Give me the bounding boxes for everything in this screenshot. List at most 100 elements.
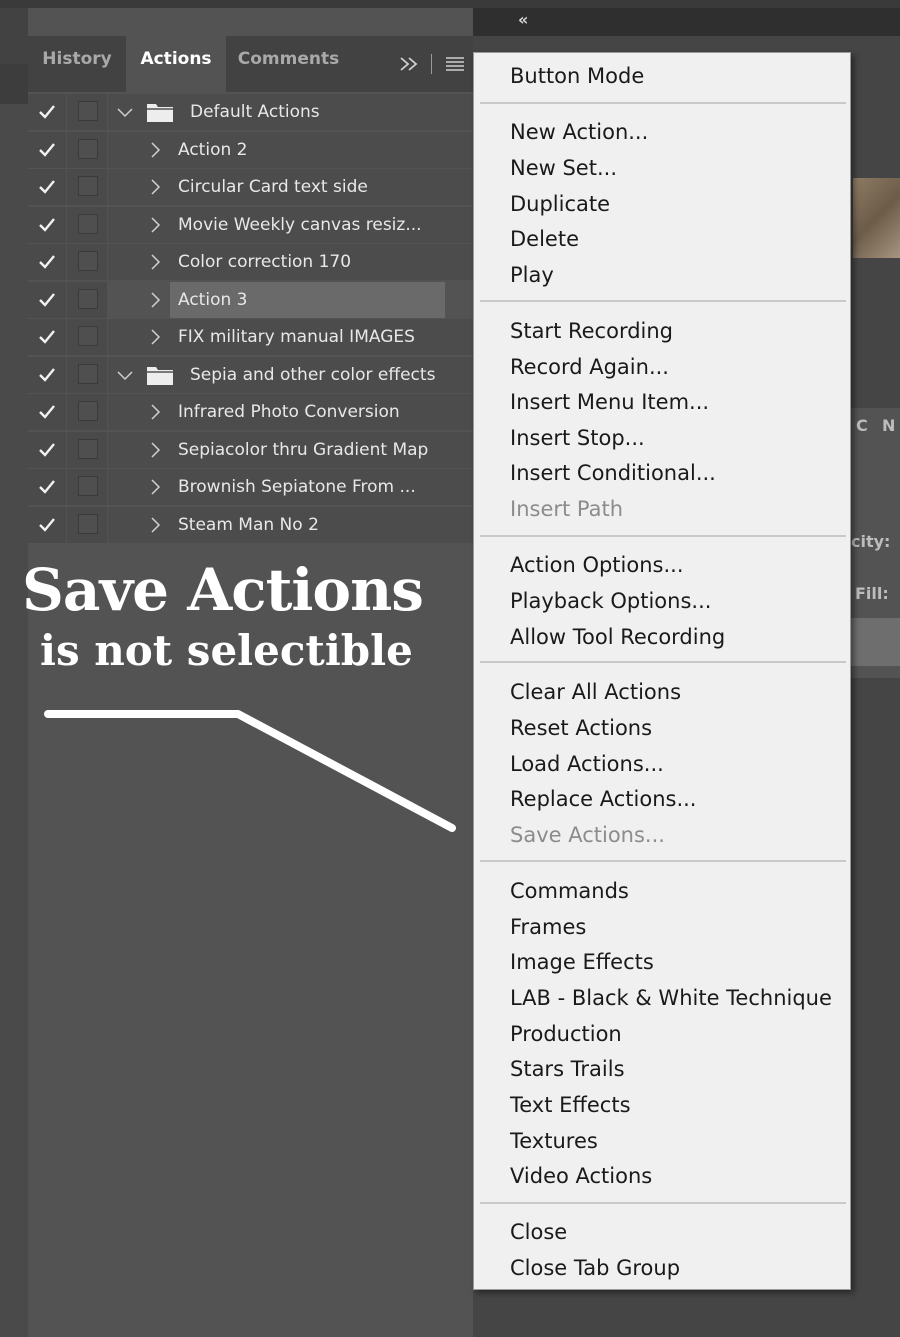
menu-separator bbox=[480, 535, 846, 537]
menu-item-commands[interactable]: Commands bbox=[510, 878, 629, 904]
double-chevron-right-icon[interactable] bbox=[398, 36, 420, 92]
action-label: Action 2 bbox=[178, 139, 248, 160]
menu-item-textures[interactable]: Textures bbox=[510, 1128, 598, 1154]
menu-separator bbox=[480, 300, 846, 302]
chevron-right-icon[interactable] bbox=[146, 178, 164, 196]
menu-item-button-mode[interactable]: Button Mode bbox=[510, 63, 644, 89]
action-row[interactable]: Movie Weekly canvas resiz... bbox=[28, 206, 473, 244]
chevron-down-icon[interactable] bbox=[116, 103, 134, 121]
action-row[interactable]: FIX military manual IMAGES bbox=[28, 319, 473, 356]
menu-item-insert-menu-item[interactable]: Insert Menu Item... bbox=[510, 389, 709, 415]
checkmark-icon[interactable] bbox=[37, 402, 57, 422]
dialog-toggle-box[interactable] bbox=[78, 288, 98, 309]
hamburger-menu-icon[interactable] bbox=[444, 36, 466, 92]
menu-item-image-effects[interactable]: Image Effects bbox=[510, 949, 654, 975]
menu-item-insert-conditional[interactable]: Insert Conditional... bbox=[510, 460, 716, 486]
checkmark-icon[interactable] bbox=[37, 140, 57, 160]
checkmark-icon[interactable] bbox=[37, 440, 57, 460]
dialog-toggle-box[interactable] bbox=[78, 138, 98, 159]
action-set-row[interactable]: Default Actions bbox=[28, 94, 473, 131]
menu-item-replace-actions[interactable]: Replace Actions... bbox=[510, 786, 696, 812]
checkmark-icon[interactable] bbox=[37, 477, 57, 497]
annotation-pointer-line bbox=[44, 710, 456, 832]
menu-item-close[interactable]: Close bbox=[510, 1219, 567, 1245]
tab-actions[interactable]: Actions bbox=[126, 36, 226, 92]
checkmark-icon[interactable] bbox=[37, 252, 57, 272]
menu-item-action-options[interactable]: Action Options... bbox=[510, 552, 684, 578]
left-dock-edge bbox=[0, 8, 28, 1337]
chevron-right-icon[interactable] bbox=[146, 216, 164, 234]
chevron-right-icon[interactable] bbox=[146, 291, 164, 309]
menu-item-start-recording[interactable]: Start Recording bbox=[510, 318, 673, 344]
chevron-right-icon[interactable] bbox=[146, 441, 164, 459]
dialog-toggle-box[interactable] bbox=[78, 251, 98, 271]
action-row[interactable]: Color correction 170 bbox=[28, 244, 473, 281]
action-row[interactable]: Circular Card text side bbox=[28, 169, 473, 206]
annotation-title: Save Actions bbox=[22, 556, 424, 624]
checkmark-icon[interactable] bbox=[37, 290, 57, 310]
menu-item-allow-tool-recording[interactable]: Allow Tool Recording bbox=[510, 624, 725, 650]
dialog-toggle-box[interactable] bbox=[78, 363, 98, 384]
menu-item-text-effects[interactable]: Text Effects bbox=[510, 1092, 631, 1118]
checkmark-icon[interactable] bbox=[37, 515, 57, 535]
chevron-right-icon[interactable] bbox=[146, 141, 164, 159]
panel-tab-partial-n[interactable]: N bbox=[882, 416, 895, 435]
chevron-right-icon[interactable] bbox=[146, 478, 164, 496]
chevron-down-icon[interactable] bbox=[116, 366, 134, 384]
dialog-toggle-box[interactable] bbox=[78, 176, 98, 196]
menu-item-save-actions: Save Actions... bbox=[510, 823, 665, 847]
action-row[interactable]: Sepiacolor thru Gradient Map bbox=[28, 431, 473, 469]
checkmark-icon[interactable] bbox=[37, 365, 57, 385]
fill-label: Fill: bbox=[855, 584, 889, 603]
action-label: FIX military manual IMAGES bbox=[178, 327, 415, 347]
menu-item-record-again[interactable]: Record Again... bbox=[510, 354, 669, 380]
action-set-row[interactable]: Sepia and other color effects bbox=[28, 356, 473, 394]
menu-item-close-tab-group[interactable]: Close Tab Group bbox=[510, 1255, 680, 1281]
chevron-right-icon[interactable] bbox=[146, 403, 164, 421]
action-row[interactable]: Infrared Photo Conversion bbox=[28, 394, 473, 431]
menu-item-video-actions[interactable]: Video Actions bbox=[510, 1163, 652, 1189]
menu-item-duplicate[interactable]: Duplicate bbox=[510, 191, 610, 217]
top-strip bbox=[0, 0, 900, 8]
dialog-toggle-box[interactable] bbox=[78, 476, 98, 496]
menu-item-lab-black-white-technique[interactable]: LAB - Black & White Technique bbox=[510, 985, 832, 1011]
chevron-right-icon[interactable] bbox=[146, 328, 164, 346]
tab-history[interactable]: History bbox=[28, 36, 126, 92]
dialog-toggle-box[interactable] bbox=[78, 326, 98, 346]
chevron-right-icon[interactable] bbox=[146, 516, 164, 534]
checkmark-icon[interactable] bbox=[37, 102, 57, 122]
action-row-selected[interactable]: Action 3 bbox=[28, 281, 473, 319]
panel-tab-partial-c[interactable]: C bbox=[856, 416, 868, 435]
panel-tab-bar: History Actions Comments bbox=[28, 36, 473, 92]
action-row[interactable]: Brownish Sepiatone From ... bbox=[28, 469, 473, 506]
menu-item-playback-options[interactable]: Playback Options... bbox=[510, 588, 711, 614]
menu-item-new-set[interactable]: New Set... bbox=[510, 155, 617, 181]
menu-item-stars-trails[interactable]: Stars Trails bbox=[510, 1056, 625, 1082]
dialog-toggle-box[interactable] bbox=[78, 513, 98, 534]
menu-item-insert-stop[interactable]: Insert Stop... bbox=[510, 425, 645, 451]
menu-item-load-actions[interactable]: Load Actions... bbox=[510, 751, 664, 777]
tab-comments[interactable]: Comments bbox=[226, 36, 351, 92]
menu-item-delete[interactable]: Delete bbox=[510, 226, 579, 252]
checkmark-icon[interactable] bbox=[37, 177, 57, 197]
collapse-panels-icon[interactable]: « bbox=[518, 10, 528, 29]
menu-item-frames[interactable]: Frames bbox=[510, 914, 586, 940]
action-label: Circular Card text side bbox=[178, 177, 368, 197]
dialog-toggle-box[interactable] bbox=[78, 401, 98, 421]
dialog-toggle-box[interactable] bbox=[78, 101, 98, 121]
checkmark-icon[interactable] bbox=[37, 215, 57, 235]
action-label: Sepiacolor thru Gradient Map bbox=[178, 439, 429, 460]
chevron-right-icon[interactable] bbox=[146, 253, 164, 271]
menu-item-reset-actions[interactable]: Reset Actions bbox=[510, 715, 652, 741]
dialog-toggle-box[interactable] bbox=[78, 438, 98, 459]
menu-item-new-action[interactable]: New Action... bbox=[510, 119, 648, 145]
action-row[interactable]: Steam Man No 2 bbox=[28, 506, 473, 544]
folder-icon bbox=[147, 104, 173, 122]
dialog-toggle-box[interactable] bbox=[78, 213, 98, 234]
action-row[interactable]: Action 2 bbox=[28, 131, 473, 169]
menu-item-production[interactable]: Production bbox=[510, 1021, 622, 1047]
checkmark-icon[interactable] bbox=[37, 327, 57, 347]
action-set-label: Default Actions bbox=[190, 102, 320, 122]
menu-item-clear-all-actions[interactable]: Clear All Actions bbox=[510, 679, 681, 705]
menu-item-play[interactable]: Play bbox=[510, 262, 554, 288]
